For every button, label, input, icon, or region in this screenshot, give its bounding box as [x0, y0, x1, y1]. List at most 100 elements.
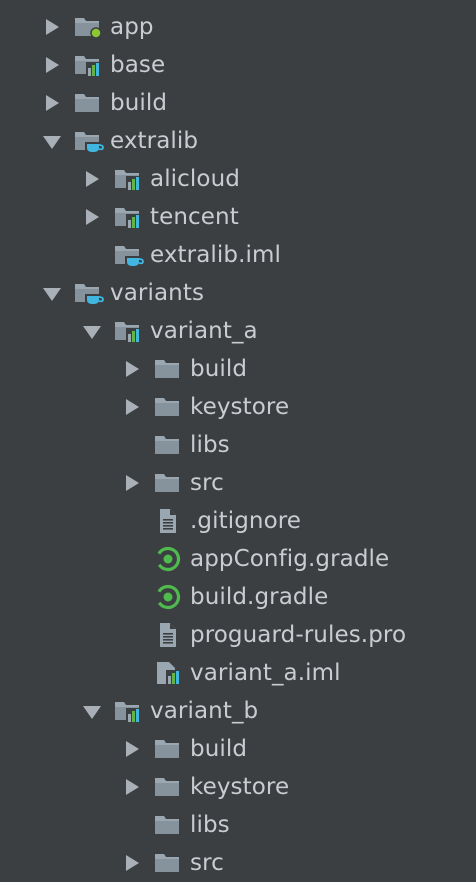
tree-node-label: extralib — [110, 128, 199, 154]
collapse-arrow-icon[interactable] — [85, 209, 99, 225]
project-tree: app base build extralib alicloud tencent extra… — [0, 8, 476, 882]
module-file-icon — [154, 654, 186, 692]
tree-node[interactable]: keystore — [0, 388, 476, 426]
arrow-toggle[interactable] — [78, 312, 106, 350]
tree-node[interactable]: src — [0, 844, 476, 882]
arrow-spacer — [118, 426, 146, 464]
tree-node[interactable]: build.gradle — [0, 578, 476, 616]
expand-arrow-icon[interactable] — [43, 287, 61, 301]
arrow-spacer — [118, 578, 146, 616]
arrow-toggle[interactable] — [118, 730, 146, 768]
arrow-toggle[interactable] — [118, 768, 146, 806]
tree-node[interactable]: build — [0, 84, 476, 122]
tree-node-label: src — [190, 470, 224, 496]
folder-icon — [154, 730, 186, 768]
folder-icon — [154, 844, 186, 882]
collapse-arrow-icon[interactable] — [45, 95, 59, 111]
collapse-arrow-icon[interactable] — [45, 19, 59, 35]
tree-node-label: libs — [190, 432, 230, 458]
expand-arrow-icon[interactable] — [83, 705, 101, 719]
tree-node-label: appConfig.gradle — [190, 546, 390, 572]
folder-icon — [74, 84, 106, 122]
tree-node[interactable]: extralib — [0, 122, 476, 160]
folder-icon — [154, 464, 186, 502]
tree-node[interactable]: base — [0, 46, 476, 84]
gradle-icon — [154, 578, 186, 616]
arrow-toggle[interactable] — [78, 198, 106, 236]
arrow-spacer — [78, 236, 106, 274]
tree-node[interactable]: appConfig.gradle — [0, 540, 476, 578]
tree-node-label: variant_a.iml — [190, 660, 341, 686]
tree-node[interactable]: app — [0, 8, 476, 46]
tree-node[interactable]: alicloud — [0, 160, 476, 198]
tree-node[interactable]: variant_a.iml — [0, 654, 476, 692]
arrow-toggle[interactable] — [118, 350, 146, 388]
arrow-toggle[interactable] — [38, 8, 66, 46]
collapse-arrow-icon[interactable] — [125, 779, 139, 795]
tree-node-label: libs — [190, 812, 230, 838]
tree-node-label: variant_b — [150, 698, 259, 724]
tree-node[interactable]: variant_b — [0, 692, 476, 730]
tree-node-label: app — [110, 14, 154, 40]
tree-node-label: .gitignore — [190, 508, 302, 534]
tree-node-label: variant_a — [150, 318, 258, 344]
tree-node[interactable]: .gitignore — [0, 502, 476, 540]
folder-module-icon — [114, 160, 146, 198]
tree-node[interactable]: variant_a — [0, 312, 476, 350]
expand-arrow-icon[interactable] — [83, 325, 101, 339]
collapse-arrow-icon[interactable] — [85, 171, 99, 187]
collapse-arrow-icon[interactable] — [45, 57, 59, 73]
folder-module-icon — [74, 46, 106, 84]
tree-node-label: proguard-rules.pro — [190, 622, 407, 648]
tree-node[interactable]: build — [0, 730, 476, 768]
tree-node[interactable]: build — [0, 350, 476, 388]
folder-icon — [154, 350, 186, 388]
collapse-arrow-icon[interactable] — [125, 475, 139, 491]
tree-node-label: extralib.iml — [150, 242, 282, 268]
folder-icon — [154, 426, 186, 464]
arrow-toggle[interactable] — [118, 464, 146, 502]
arrow-toggle[interactable] — [38, 274, 66, 312]
arrow-toggle[interactable] — [78, 692, 106, 730]
tree-node-label: keystore — [190, 394, 290, 420]
tree-node-label: build — [190, 356, 248, 382]
tree-node-label: base — [110, 52, 166, 78]
text-file-icon — [154, 616, 186, 654]
collapse-arrow-icon[interactable] — [125, 855, 139, 871]
arrow-toggle[interactable] — [38, 46, 66, 84]
arrow-toggle[interactable] — [78, 160, 106, 198]
collapse-arrow-icon[interactable] — [125, 741, 139, 757]
tree-node[interactable]: keystore — [0, 768, 476, 806]
tree-node-label: keystore — [190, 774, 290, 800]
tree-node[interactable]: src — [0, 464, 476, 502]
tree-node[interactable]: proguard-rules.pro — [0, 616, 476, 654]
folder-icon — [154, 388, 186, 426]
collapse-arrow-icon[interactable] — [125, 399, 139, 415]
arrow-toggle[interactable] — [118, 844, 146, 882]
tree-node[interactable]: libs — [0, 426, 476, 464]
tree-node-label: build — [190, 736, 248, 762]
text-file-icon — [154, 502, 186, 540]
gradle-icon — [154, 540, 186, 578]
arrow-toggle[interactable] — [118, 388, 146, 426]
folder-icon — [154, 806, 186, 844]
tree-node[interactable]: tencent — [0, 198, 476, 236]
collapse-arrow-icon[interactable] — [125, 361, 139, 377]
expand-arrow-icon[interactable] — [43, 135, 61, 149]
folder-module-icon — [114, 312, 146, 350]
arrow-spacer — [118, 616, 146, 654]
folder-module-icon — [114, 692, 146, 730]
tree-node-label: tencent — [150, 204, 239, 230]
tree-node-label: build — [110, 90, 168, 116]
arrow-spacer — [118, 540, 146, 578]
folder-cup-icon — [74, 274, 106, 312]
tree-node[interactable]: variants — [0, 274, 476, 312]
tree-node[interactable]: libs — [0, 806, 476, 844]
arrow-toggle[interactable] — [38, 84, 66, 122]
folder-icon — [154, 768, 186, 806]
arrow-toggle[interactable] — [38, 122, 66, 160]
folder-module-icon — [114, 198, 146, 236]
tree-node[interactable]: extralib.iml — [0, 236, 476, 274]
arrow-spacer — [118, 654, 146, 692]
tree-node-label: src — [190, 850, 224, 876]
